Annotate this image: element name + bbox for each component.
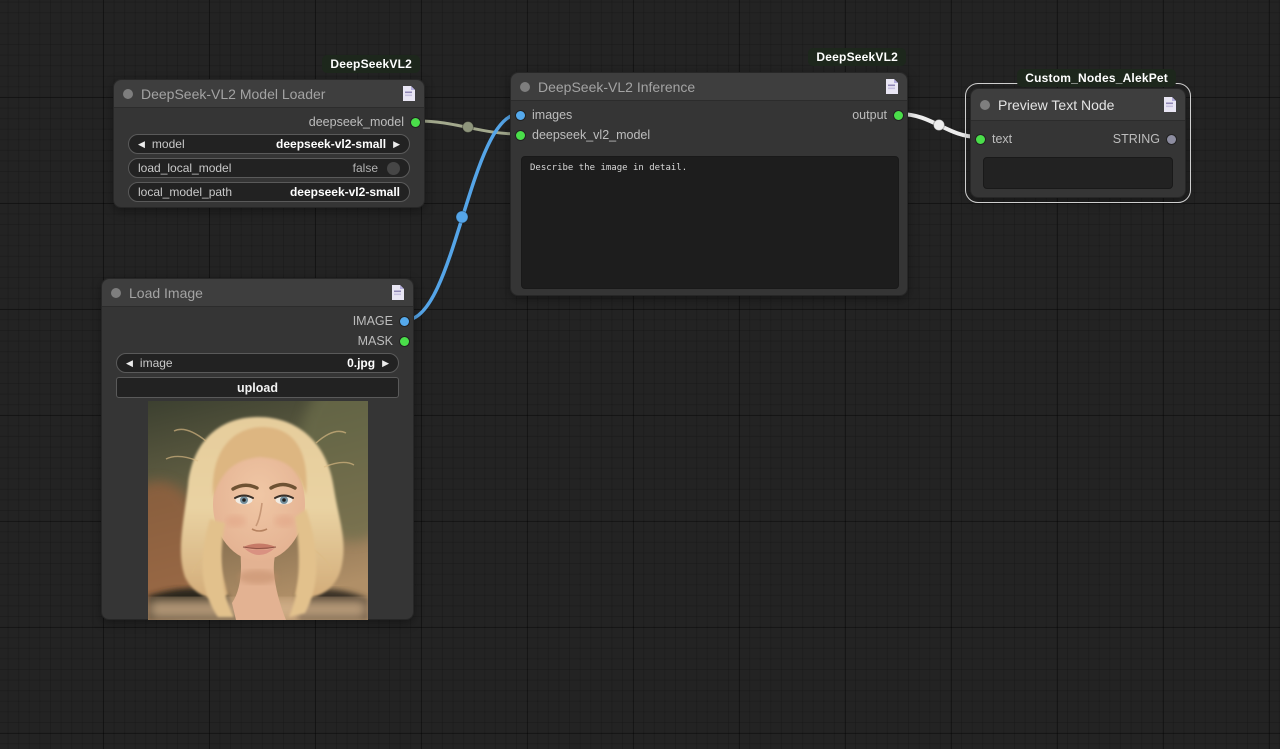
combo-widget-model[interactable]: ◀ model deepseek-vl2-small ▶ (128, 134, 410, 154)
node-title: DeepSeek-VL2 Inference (538, 78, 696, 95)
output-dot[interactable] (894, 110, 903, 120)
widget-value: false (352, 161, 378, 175)
port-label: deepseek_model (308, 115, 404, 129)
port-label: deepseek_vl2_model (532, 128, 651, 142)
node-type-badge: DeepSeekVL2 (322, 55, 420, 73)
port-label: text (992, 132, 1013, 146)
output-port-image[interactable]: IMAGE (353, 311, 409, 331)
widget-label: local_model_path (138, 185, 233, 199)
node-title: Preview Text Node (998, 96, 1115, 113)
widget-label: model (151, 137, 185, 151)
node-preview-text[interactable]: Preview Text Node text STRING (965, 83, 1191, 203)
port-label: images (532, 108, 573, 122)
node-load-image[interactable]: Load Image IMAGE MASK ◀ image 0.jpg ▶ up… (101, 278, 414, 620)
node-title: Load Image (129, 284, 203, 301)
widget-value: deepseek-vl2-small (289, 185, 400, 199)
collapse-dot[interactable] (520, 81, 530, 92)
collapse-dot[interactable] (123, 88, 133, 99)
widget-value: 0.jpg (347, 356, 376, 370)
node-header[interactable]: Load Image (102, 279, 413, 307)
toggle-widget-load-local-model[interactable]: load_local_model false (128, 158, 410, 178)
port-label: STRING (1112, 132, 1160, 146)
widget-label: load_local_model (138, 161, 232, 175)
output-port-output[interactable]: output (852, 105, 903, 125)
output-dot[interactable] (411, 117, 420, 127)
output-dot[interactable] (400, 316, 409, 326)
link-midpoint-dot-string[interactable] (933, 119, 945, 131)
widget-value: deepseek-vl2-small (276, 137, 387, 151)
combo-next-icon[interactable]: ▶ (382, 358, 389, 368)
widget-label: image (139, 356, 173, 370)
document-icon[interactable] (402, 86, 415, 101)
node-title: DeepSeek-VL2 Model Loader (141, 85, 326, 102)
port-label: IMAGE (352, 314, 393, 328)
collapse-dot[interactable] (111, 287, 121, 298)
document-icon[interactable] (1163, 97, 1176, 112)
text-widget-local-model-path[interactable]: local_model_path deepseek-vl2-small (128, 182, 410, 202)
input-dot[interactable] (976, 134, 985, 144)
output-port-mask[interactable]: MASK (358, 331, 409, 351)
prompt-textarea[interactable]: Describe the image in detail. (521, 156, 899, 289)
combo-next-icon[interactable]: ▶ (393, 139, 400, 149)
link-midpoint-dot-image[interactable] (455, 210, 469, 224)
toggle-knob[interactable] (387, 161, 400, 175)
node-type-badge: DeepSeekVL2 (808, 48, 906, 66)
node-model-loader[interactable]: DeepSeek-VL2 Model Loader deepseek_model… (113, 79, 425, 208)
input-port-text[interactable]: text (976, 129, 1012, 149)
document-icon[interactable] (391, 285, 404, 300)
output-port-string[interactable]: STRING (1113, 129, 1176, 149)
port-label: output (852, 108, 887, 122)
output-dot[interactable] (400, 336, 409, 346)
combo-widget-image[interactable]: ◀ image 0.jpg ▶ (116, 353, 399, 373)
combo-prev-icon[interactable]: ◀ (126, 358, 133, 368)
input-port-deepseek-vl2-model[interactable]: deepseek_vl2_model (516, 125, 650, 145)
output-port-deepseek-model[interactable]: deepseek_model (309, 112, 420, 132)
input-port-images[interactable]: images (516, 105, 572, 125)
input-dot[interactable] (516, 110, 525, 120)
node-type-badge: Custom_Nodes_AlekPet (1017, 69, 1176, 87)
node-header[interactable]: DeepSeek-VL2 Inference (511, 73, 907, 101)
collapse-dot[interactable] (980, 99, 990, 110)
image-preview-portrait (148, 401, 368, 620)
document-icon[interactable] (885, 79, 898, 94)
node-header[interactable]: Preview Text Node (971, 89, 1185, 121)
node-header[interactable]: DeepSeek-VL2 Model Loader (114, 80, 424, 108)
node-inference[interactable]: DeepSeek-VL2 Inference images deepseek_v… (510, 72, 908, 296)
port-label: MASK (357, 334, 393, 348)
output-dot[interactable] (1167, 134, 1176, 144)
input-dot[interactable] (516, 130, 525, 140)
link-midpoint-dot-model[interactable] (462, 121, 474, 133)
combo-prev-icon[interactable]: ◀ (138, 139, 145, 149)
upload-button[interactable]: upload (116, 377, 399, 398)
preview-text-area[interactable] (983, 157, 1173, 189)
node-graph-canvas[interactable]: DeepSeekVL2 DeepSeekVL2 Custom_Nodes_Ale… (0, 0, 1280, 749)
